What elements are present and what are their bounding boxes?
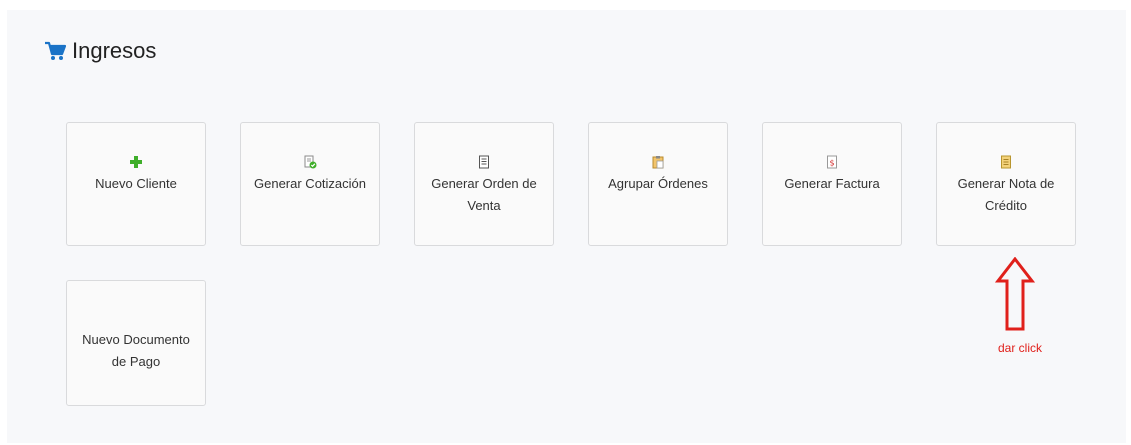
page-title: Ingresos: [72, 38, 157, 63]
tile-generar-orden-de-venta[interactable]: Generar Orden de Venta: [414, 122, 554, 246]
tile-generar-cotizacion[interactable]: Generar Cotización: [240, 122, 380, 246]
tile-generar-factura[interactable]: $ Generar Factura: [762, 122, 902, 246]
tile-label: Generar Cotización: [254, 176, 366, 191]
clipboard-icon: [652, 156, 664, 169]
tile-label: Nuevo Cliente: [95, 176, 177, 191]
svg-text:$: $: [829, 159, 834, 168]
tile-label: Generar Nota de Crédito: [957, 176, 1055, 213]
annotation-text: dar click: [997, 341, 1042, 355]
tile-label: Agrupar Órdenes: [608, 176, 708, 191]
invoice-dollar-icon: $: [827, 155, 837, 169]
green-plus-icon: [130, 156, 142, 168]
red-up-arrow-icon: [995, 257, 1035, 331]
tile-nuevo-cliente[interactable]: Nuevo Cliente: [66, 122, 206, 246]
document-check-icon: [304, 155, 317, 169]
tile-label: Generar Orden de Venta: [431, 176, 537, 213]
tile-generar-nota-de-credito[interactable]: Generar Nota de Crédito: [936, 122, 1076, 246]
tile-label: Nuevo Documento de Pago: [82, 332, 190, 369]
tile-nuevo-documento-de-pago[interactable]: Nuevo Documento de Pago: [66, 280, 206, 406]
tile-label: Generar Factura: [784, 176, 880, 191]
tile-agrupar-ordenes[interactable]: Agrupar Órdenes: [588, 122, 728, 246]
page-heading: Ingresos: [44, 38, 156, 64]
note-icon: [1001, 155, 1011, 169]
document-list-icon: [479, 155, 489, 169]
shopping-cart-icon: [45, 41, 66, 60]
